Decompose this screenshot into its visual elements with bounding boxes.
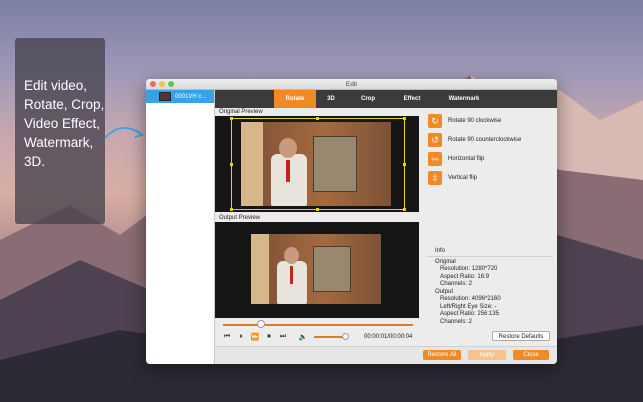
crop-handle[interactable] (316, 117, 319, 120)
output-heading: Output (435, 288, 454, 295)
original-preview (215, 116, 419, 212)
crop-handle[interactable] (230, 208, 233, 211)
crop-handle[interactable] (403, 117, 406, 120)
tab-crop[interactable]: Crop (346, 90, 390, 108)
crop-handle[interactable] (230, 163, 233, 166)
promo-line: Rotate, Crop, (24, 97, 105, 112)
apply-button[interactable]: Apply (468, 350, 506, 360)
restore-all-button[interactable]: Restore All (423, 350, 461, 360)
preview-column: Original Preview Output Preview ⏮ ⏸ ⏩ ⏹ … (215, 108, 421, 364)
promo-line: 3D. (24, 154, 46, 169)
vertical-flip-action[interactable]: ⇳ Vertical flip (423, 169, 555, 187)
pause-icon[interactable]: ⏸ (236, 332, 246, 342)
tab-effect[interactable]: Effect (390, 90, 434, 108)
crop-handle[interactable] (316, 208, 319, 211)
crop-handle[interactable] (230, 117, 233, 120)
window-controls (150, 81, 174, 87)
playback-controls: ⏮ ⏸ ⏩ ⏹ ⏭ 🔈 00:00:01/00:00:04 (215, 330, 421, 344)
rotate-counterclockwise-action[interactable]: ↺ Rotate 90 counterclockwise (423, 131, 555, 149)
fast-forward-icon[interactable]: ⏩ (250, 332, 260, 342)
pointer-arrow-icon (104, 127, 144, 139)
crop-handle[interactable] (403, 163, 406, 166)
file-list-item[interactable]: 0001VH c... (146, 90, 214, 103)
volume-knob[interactable] (342, 333, 349, 340)
promo-line: Edit video, (24, 78, 88, 93)
info-line: Aspect Ratio: 256:135 (440, 311, 500, 317)
video-frame (251, 234, 381, 304)
info-title: Info (427, 248, 553, 257)
tab-3d[interactable]: 3D (316, 90, 346, 108)
window-titlebar[interactable]: Edit (146, 79, 557, 90)
promo-line: Video Effect, (24, 116, 101, 131)
tab-rotate[interactable]: Rotate (274, 90, 316, 108)
video-thumbnail (159, 92, 171, 101)
action-label: Rotate 90 clockwise (448, 118, 502, 124)
file-list: 0001VH c... (146, 90, 215, 364)
original-preview-label: Original Preview (219, 109, 263, 115)
info-line: Aspect Ratio: 16:9 (440, 273, 490, 280)
minimize-window-button[interactable] (159, 81, 165, 87)
stop-icon[interactable]: ⏹ (264, 332, 274, 342)
seek-knob[interactable] (257, 320, 265, 328)
restore-defaults-button[interactable]: Restore Defaults (492, 331, 550, 341)
info-line: Channels: 2 (440, 281, 473, 287)
volume-slider[interactable] (314, 333, 349, 340)
file-name: 0001VH c... (175, 93, 207, 100)
skip-forward-icon[interactable]: ⏭ (278, 332, 288, 342)
crop-handle[interactable] (403, 208, 406, 211)
edit-tabs: Rotate 3D Crop Effect Watermark (215, 90, 557, 108)
rotate-options: ↻ Rotate 90 clockwise ↺ Rotate 90 counte… (423, 112, 555, 364)
info-line: Channels: 2 (440, 318, 473, 325)
close-button[interactable]: Close (513, 350, 549, 360)
info-panel: Info Original Resolution: 1280*720 Aspec… (427, 248, 553, 326)
crop-box[interactable] (231, 118, 405, 210)
info-line: Resolution: 1280*720 (440, 266, 498, 272)
output-preview (215, 222, 419, 318)
window-title: Edit (345, 81, 358, 88)
action-label: Rotate 90 counterclockwise (448, 137, 522, 143)
horizontal-flip-action[interactable]: ⇿ Horizontal flip (423, 150, 555, 168)
close-window-button[interactable] (150, 81, 156, 87)
skip-back-icon[interactable]: ⏮ (222, 332, 232, 342)
rotate-cw-icon[interactable]: ↻ (428, 114, 442, 128)
rotate-clockwise-action[interactable]: ↻ Rotate 90 clockwise (423, 112, 555, 130)
info-line: Left/Right Eye Size: - (440, 303, 497, 310)
action-label: Horizontal flip (448, 156, 485, 162)
edit-window: Edit 0001VH c... Rotate 3D Crop Effect W… (146, 79, 557, 364)
time-readout: 00:00:01/00:00:04 (364, 334, 413, 340)
original-heading: Original (435, 258, 456, 265)
seek-track[interactable] (223, 324, 413, 326)
zoom-window-button[interactable] (168, 81, 174, 87)
promo-caption: Edit video, Rotate, Crop, Video Effect, … (15, 38, 105, 224)
rotate-ccw-icon[interactable]: ↺ (428, 133, 442, 147)
tab-watermark[interactable]: Watermark (434, 90, 494, 108)
promo-line: Watermark, (24, 135, 94, 150)
action-label: Vertical flip (448, 175, 478, 181)
output-preview-label: Output Preview (219, 215, 261, 221)
info-line: Resolution: 4096*2160 (440, 296, 501, 302)
volume-icon[interactable]: 🔈 (298, 332, 308, 342)
flip-vertical-icon[interactable]: ⇳ (428, 171, 442, 185)
bottom-bar: Restore All Apply Close (215, 346, 557, 364)
flip-horizontal-icon[interactable]: ⇿ (428, 152, 442, 166)
seek-bar[interactable] (215, 318, 421, 330)
